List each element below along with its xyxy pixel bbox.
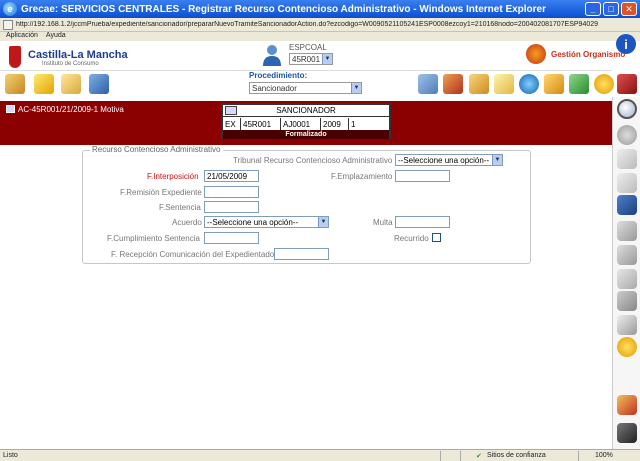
attach-icon[interactable] — [617, 269, 637, 289]
back-arrow-icon[interactable] — [617, 125, 637, 145]
recurso-fieldset — [82, 150, 531, 264]
logo-subtitle: Instituto de Consumo — [42, 61, 99, 67]
acuerdo-value: --Seleccione una opción-- — [207, 217, 299, 227]
acuerdo-select[interactable]: --Seleccione una opción-- ▼ — [204, 216, 329, 228]
procedimiento-select[interactable]: Sancionador ▼ — [249, 82, 362, 94]
sancionador-header: SANCIONADOR — [223, 105, 389, 117]
tribunal-select[interactable]: --Seleccione una opción-- ▼ — [395, 154, 503, 166]
cumplimiento-input[interactable] — [204, 232, 259, 244]
address-bar[interactable]: http://192.168.1.2/jccmPrueba/expediente… — [0, 18, 640, 32]
search-users-icon[interactable] — [544, 74, 564, 94]
recepcion-label: F. Recepción Comunicación del Expedienta… — [111, 250, 275, 259]
trusted-check-icon: ✔ — [476, 453, 482, 460]
documents-icon[interactable] — [617, 173, 637, 193]
exit-car-icon[interactable] — [617, 423, 637, 443]
remision-input[interactable] — [204, 186, 259, 198]
expediente-title: AC-45R001/21/2009-1 Motiva — [18, 105, 124, 114]
cell-organismo: 45R001 — [241, 118, 281, 130]
procedimiento-label: Procedimiento: — [249, 71, 308, 80]
info-icon[interactable]: i — [616, 34, 636, 54]
user-label: ESPCOAL — [289, 43, 327, 52]
chevron-down-icon[interactable]: ▼ — [492, 155, 502, 165]
tribunal-value: --Seleccione una opción-- — [398, 155, 490, 165]
chevron-down-icon[interactable]: ▼ — [351, 83, 361, 93]
user-select[interactable]: 45R001 ▼ — [289, 53, 333, 65]
user-select-value: 45R001 — [292, 54, 321, 64]
minimize-button[interactable]: _ — [585, 2, 601, 16]
tools-icon[interactable] — [617, 395, 637, 415]
globe-icon[interactable] — [519, 74, 539, 94]
book-red-icon[interactable] — [617, 74, 637, 94]
cell-numero: 1 — [351, 119, 356, 129]
app-menubar: Aplicación Ayuda — [0, 32, 640, 41]
copy-icon[interactable] — [617, 245, 637, 265]
cumplimiento-label: F.Cumplimiento Sentencia — [107, 234, 200, 243]
page-icon — [3, 19, 13, 30]
address-url[interactable]: http://192.168.1.2/jccmPrueba/expediente… — [16, 21, 640, 28]
recepcion-input[interactable] — [274, 248, 329, 260]
document-icon[interactable] — [617, 149, 637, 169]
maximize-button[interactable]: □ — [603, 2, 619, 16]
laptop-icon[interactable] — [418, 74, 438, 94]
multa-input[interactable] — [395, 216, 450, 228]
menu-aplicacion[interactable]: Aplicación — [6, 32, 38, 41]
remision-label: F.Remisión Expediente — [120, 188, 202, 197]
status-text: Listo — [3, 452, 18, 459]
status-badge: Formalizado — [223, 130, 389, 139]
recurso-legend: Recurso Contencioso Administrativo — [90, 145, 223, 154]
emplazamiento-input[interactable] — [395, 170, 450, 182]
sancionador-cells: EX 45R001 AJ0001 2009 1 — [223, 118, 389, 130]
recurrido-label: Recurrido — [394, 234, 429, 243]
chevron-down-icon[interactable]: ▼ — [322, 54, 332, 64]
window-titlebar: e Grecae: SERVICIOS CENTRALES - Registra… — [0, 0, 640, 18]
trash-icon[interactable] — [617, 291, 637, 311]
save-floppy-icon[interactable] — [617, 195, 637, 215]
user-icon — [263, 45, 281, 66]
organismo-icon — [526, 44, 546, 64]
expediente-icon — [6, 105, 15, 113]
font-print-icon[interactable] — [617, 315, 637, 335]
jccm-shield-icon — [9, 46, 21, 68]
interposicion-label: F.Interposición — [147, 172, 199, 181]
menu-ayuda[interactable]: Ayuda — [46, 32, 66, 41]
chevron-down-icon[interactable]: ▼ — [318, 217, 328, 227]
ie-logo-icon: e — [3, 2, 17, 16]
window-title: Grecae: SERVICIOS CENTRALES - Registrar … — [21, 3, 547, 15]
card-icon — [225, 106, 237, 115]
sancionador-box: SANCIONADOR EX 45R001 AJ0001 2009 1 Form… — [221, 103, 391, 139]
sentencia-label: F.Sentencia — [159, 203, 201, 212]
folder-icon[interactable] — [61, 74, 81, 94]
multa-label: Multa — [373, 218, 393, 227]
acuerdo-label: Acuerdo — [172, 218, 202, 227]
emplazamiento-label: F.Emplazamiento — [331, 172, 393, 181]
zone-text: Sitios de confianza — [487, 452, 546, 459]
cut-scissors-icon[interactable] — [617, 221, 637, 241]
tribunal-label: Tribunal Recurso Contencioso Administrat… — [233, 156, 393, 165]
cell-tipo: EX — [223, 118, 241, 130]
close-button[interactable]: ✕ — [621, 2, 637, 16]
network-icon[interactable] — [569, 74, 589, 94]
folder-star-icon[interactable] — [34, 74, 54, 94]
gestion-organismo-link[interactable]: Gestión Organismo — [551, 50, 625, 59]
zoom-text[interactable]: 100% — [595, 452, 613, 459]
right-action-bar — [612, 97, 640, 449]
books-icon[interactable] — [443, 74, 463, 94]
computer-icon[interactable] — [89, 74, 109, 94]
cabinet-icon[interactable] — [469, 74, 489, 94]
diamond-note-icon[interactable] — [494, 74, 514, 94]
edit-document-icon[interactable] — [5, 74, 25, 94]
cell-anio: 2009 — [321, 118, 349, 130]
recurrido-checkbox[interactable] — [432, 233, 441, 242]
cell-codigo: AJ0001 — [281, 118, 321, 130]
status-bar: Listo ✔ Sitios de confianza 100% — [0, 449, 640, 461]
procedimiento-value: Sancionador — [252, 83, 297, 93]
logo-title: Castilla-La Mancha — [28, 49, 128, 61]
sentencia-input[interactable] — [204, 201, 259, 213]
magnifier-icon[interactable] — [617, 99, 637, 119]
settings-sun-icon[interactable] — [617, 337, 637, 357]
interposicion-input[interactable]: 21/05/2009 — [204, 170, 259, 182]
sancionador-title: SANCIONADOR — [276, 106, 336, 115]
gear-sun-icon[interactable] — [594, 74, 614, 94]
